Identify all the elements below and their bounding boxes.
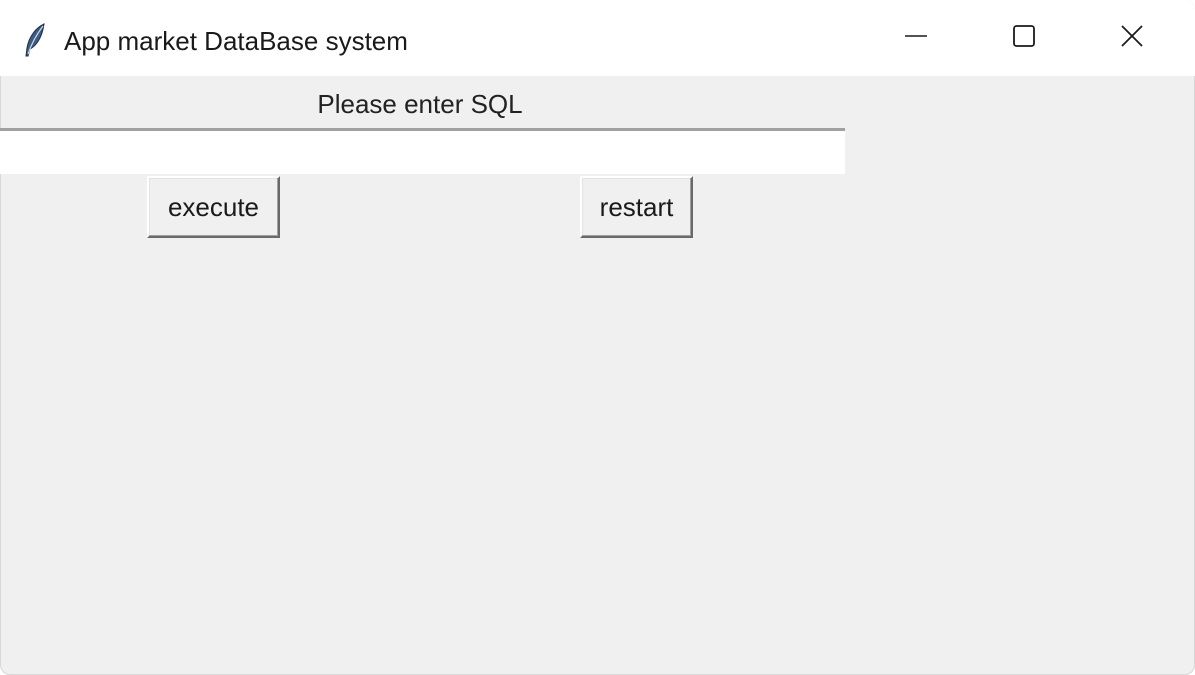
maximize-button[interactable]: [970, 0, 1078, 76]
execute-button[interactable]: execute: [147, 176, 280, 238]
sql-input[interactable]: [0, 128, 845, 174]
feather-icon: [22, 22, 48, 58]
close-icon: [1120, 24, 1144, 53]
restart-button[interactable]: restart: [580, 176, 693, 238]
minimize-button[interactable]: [862, 0, 970, 76]
window-title: App market DataBase system: [64, 26, 408, 56]
title-bar[interactable]: App market DataBase system: [0, 0, 1195, 76]
maximize-icon: [1012, 24, 1036, 53]
minimize-icon: [904, 24, 928, 53]
app-window: App market DataBase system Please enter …: [0, 0, 1195, 675]
close-button[interactable]: [1078, 0, 1186, 76]
sql-prompt-label: Please enter SQL: [317, 89, 523, 119]
